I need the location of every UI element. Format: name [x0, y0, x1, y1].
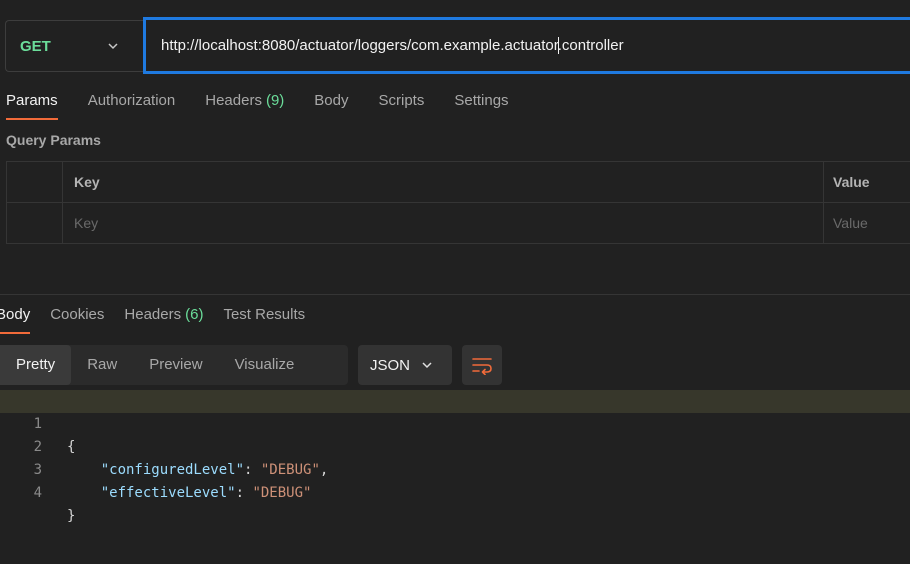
request-tabs: Params Authorization Headers (9) Body Scr… [6, 86, 539, 120]
pane-divider[interactable] [0, 294, 910, 295]
code-line: 3 "effectiveLevel": "DEBUG" [0, 436, 910, 501]
tab-headers[interactable]: Headers (9) [205, 86, 284, 120]
wrap-lines-button[interactable] [462, 345, 502, 385]
line-number: 4 [33, 485, 42, 501]
wrap-lines-icon [472, 358, 492, 375]
tab-settings[interactable]: Settings [454, 86, 508, 120]
headers-count: (9) [265, 92, 285, 109]
table-row: Key Value [7, 203, 910, 244]
tab-cookies[interactable]: Cookies [50, 300, 104, 334]
response-body-editor[interactable]: 1 { 2 "configuredLevel": "DEBUG", 3 "eff… [0, 390, 910, 524]
method-label: GET [20, 37, 51, 55]
tab-authorization[interactable]: Authorization [88, 86, 176, 120]
url-input[interactable]: http://localhost:8080/actuator/loggers/c… [143, 17, 910, 74]
code-line: 2 "configuredLevel": "DEBUG", [0, 413, 910, 478]
response-tabs: Body Cookies Headers (6) Test Results [0, 300, 325, 334]
checkbox-column-header [7, 162, 63, 202]
tab-response-body[interactable]: Body [0, 300, 31, 334]
json-key: "effectiveLevel" [100, 485, 236, 501]
param-key-input[interactable]: Key [74, 203, 98, 244]
view-pretty-button[interactable]: Pretty [0, 345, 72, 385]
tab-response-headers[interactable]: Headers (6) [124, 300, 203, 334]
view-preview-button[interactable]: Preview [133, 345, 218, 385]
format-label: JSON [370, 356, 411, 374]
param-value-input[interactable]: Value [833, 203, 868, 244]
code-text: "effectiveLevel": "DEBUG" [100, 485, 312, 501]
tab-test-results[interactable]: Test Results [223, 300, 305, 334]
code-text: } [67, 508, 76, 524]
chevron-down-icon [108, 43, 118, 50]
format-select[interactable]: JSON [358, 345, 452, 385]
view-visualize-button[interactable]: Visualize [219, 345, 311, 385]
tab-scripts[interactable]: Scripts [379, 86, 425, 120]
code-line: 4 } [0, 459, 910, 524]
url-text: http://localhost:8080/actuator/loggers/c… [161, 36, 624, 55]
value-column-header: Value [833, 174, 870, 190]
view-mode-selector: Pretty Raw Preview Visualize [0, 345, 348, 385]
response-headers-count: (6) [185, 306, 204, 323]
row-checkbox-cell[interactable] [7, 203, 63, 244]
query-params-title: Query Params [6, 132, 101, 148]
key-column-header: Key [74, 174, 100, 190]
method-select[interactable]: GET [5, 20, 145, 72]
view-raw-button[interactable]: Raw [71, 345, 133, 385]
query-params-table: Key Value Key Value [6, 161, 910, 244]
tab-body[interactable]: Body [314, 86, 348, 120]
chevron-down-icon [422, 362, 432, 369]
json-value: "DEBUG" [252, 485, 312, 501]
table-header-row: Key Value [7, 162, 910, 203]
code-line: 1 { [0, 390, 910, 455]
tab-params[interactable]: Params [6, 86, 58, 120]
